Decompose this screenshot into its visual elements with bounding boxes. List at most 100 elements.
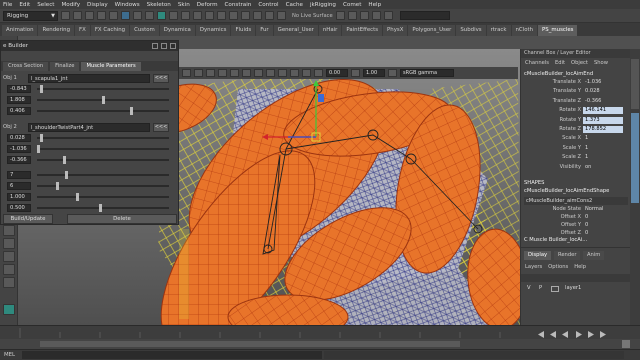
attr-value[interactable]: 1: [583, 135, 623, 142]
attribute-editor-tab[interactable]: [631, 59, 639, 109]
menu-help[interactable]: Help: [368, 2, 381, 8]
menu-layers[interactable]: Layers: [525, 264, 542, 270]
redo-icon[interactable]: [109, 11, 118, 20]
exposure-icon[interactable]: [314, 69, 323, 77]
obj2-z-slider[interactable]: [37, 156, 169, 164]
num-sections-slider[interactable]: [37, 171, 169, 179]
lights-icon[interactable]: [230, 69, 239, 77]
history-icon[interactable]: [335, 11, 345, 20]
obj2-x-field[interactable]: 0.028: [7, 134, 31, 142]
obj1-z-slider[interactable]: [37, 107, 169, 115]
input-attr-value[interactable]: Normal: [583, 206, 623, 213]
shelf-tab-fx[interactable]: FX: [75, 25, 90, 36]
obj2-y-slider[interactable]: [37, 145, 169, 153]
new-scene-icon[interactable]: [61, 11, 70, 20]
delete-button[interactable]: Delete: [67, 214, 177, 224]
input-attr-value[interactable]: 0: [583, 214, 623, 221]
attr-row[interactable]: Rotate Z 178.852: [521, 126, 631, 134]
layer-color-swatch[interactable]: [551, 286, 559, 292]
menu-skeleton[interactable]: Skeleton: [147, 2, 171, 8]
textured-icon[interactable]: [218, 69, 227, 77]
obj2-field[interactable]: l_shoulderTwistPart4_jnt: [28, 123, 150, 132]
snap-view-plane-icon[interactable]: [265, 11, 274, 20]
falloff-slider[interactable]: [37, 204, 169, 212]
play-backward-icon[interactable]: [562, 331, 568, 338]
obj2-z-field[interactable]: -0.366: [7, 156, 31, 164]
layer-row[interactable]: V P layer1: [525, 285, 629, 294]
shelf-tab-subdivs[interactable]: Subdivs: [456, 25, 486, 36]
snap-point-icon[interactable]: [253, 11, 262, 20]
play-forward-icon[interactable]: [576, 331, 582, 338]
menu-control[interactable]: Control: [258, 2, 278, 8]
shelf-tab-ncloth[interactable]: nCloth: [511, 25, 538, 36]
attr-value[interactable]: -1.036: [583, 79, 623, 86]
shelf-tab-dynamics[interactable]: Dynamics: [195, 25, 231, 36]
menu-edit[interactable]: Edit: [19, 2, 30, 8]
obj1-y-field[interactable]: 1.808: [7, 96, 31, 104]
menu-edit-cb[interactable]: Edit: [555, 60, 565, 66]
menu-channels[interactable]: Channels: [525, 60, 549, 66]
view-transform-select[interactable]: sRGB gamma: [400, 69, 454, 77]
shelf-tab-rtrack[interactable]: rtrack: [486, 25, 511, 36]
menu-help-layer[interactable]: Help: [574, 264, 586, 270]
slider-handle[interactable]: [37, 145, 40, 153]
maximize-icon[interactable]: [161, 43, 167, 49]
snap-curve-icon[interactable]: [241, 11, 250, 20]
attr-row[interactable]: Translate X -1.036: [521, 79, 631, 87]
auto-key-icon[interactable]: [622, 340, 630, 348]
time-slider[interactable]: [0, 325, 640, 339]
obj1-z-field[interactable]: 0.406: [7, 107, 31, 115]
tab-render[interactable]: Render: [554, 251, 581, 260]
isolate-select-icon[interactable]: [278, 69, 287, 77]
width-field[interactable]: 1.000: [7, 193, 31, 201]
range-slider[interactable]: [0, 339, 640, 349]
input-attr-row[interactable]: Offset X0: [521, 214, 631, 222]
shelf-tab-custom[interactable]: Custom: [130, 25, 159, 36]
menu-constrain[interactable]: Constrain: [225, 2, 252, 8]
menu-skin[interactable]: Skin: [178, 2, 190, 8]
step-forward-icon[interactable]: [588, 331, 594, 338]
menu-deform[interactable]: Deform: [197, 2, 218, 8]
input-field[interactable]: [399, 11, 450, 20]
render-frame-icon[interactable]: [347, 11, 357, 20]
attr-value[interactable]: 0.028: [583, 88, 623, 95]
make-live-icon[interactable]: [277, 11, 286, 20]
menu-display[interactable]: Display: [87, 2, 108, 8]
build-update-button[interactable]: Build/Update: [3, 214, 53, 224]
go-to-start-icon[interactable]: [538, 331, 544, 338]
slider-handle[interactable]: [39, 134, 43, 142]
num-segments-slider[interactable]: [37, 182, 169, 190]
menu-options[interactable]: Options: [548, 264, 568, 270]
range-bar[interactable]: [40, 341, 460, 347]
ipr-render-icon[interactable]: [359, 11, 369, 20]
save-scene-icon[interactable]: [85, 11, 94, 20]
menu-windows[interactable]: Windows: [115, 2, 140, 8]
tab-finalize[interactable]: Finalize: [50, 62, 80, 71]
attr-value[interactable]: 146.141: [583, 107, 623, 115]
input-attr-value[interactable]: 0: [583, 222, 623, 229]
shape-name[interactable]: cMuscleBuilder_locAimEndShape: [524, 188, 609, 194]
shelf-tab-fx-caching[interactable]: FX Caching: [90, 25, 130, 36]
snap-grid-icon[interactable]: [229, 11, 238, 20]
menu-show[interactable]: Show: [594, 60, 608, 66]
select-joint-icon[interactable]: [157, 11, 166, 20]
shelf-tab-dynamica[interactable]: Dynamica: [159, 25, 195, 36]
obj1-x-slider[interactable]: [37, 85, 169, 93]
shelf-tab-general-user[interactable]: General_User: [273, 25, 318, 36]
menu-comet[interactable]: Comet: [343, 2, 361, 8]
grid-icon[interactable]: [290, 69, 299, 77]
select-object-icon[interactable]: [133, 11, 142, 20]
attr-value[interactable]: 1.373: [583, 116, 623, 124]
layer-playback[interactable]: P: [539, 285, 542, 291]
attr-value[interactable]: 178.852: [583, 126, 623, 133]
step-back-icon[interactable]: [550, 331, 556, 338]
dope-sheet-view-icon[interactable]: [3, 251, 15, 262]
input-attr-row[interactable]: Node State Normal: [521, 206, 631, 214]
hypershade-icon[interactable]: [383, 11, 393, 20]
attr-row[interactable]: Scale X1: [521, 135, 631, 143]
object-name[interactable]: cMuscleBuilder_locAimEnd: [524, 71, 593, 77]
attr-value[interactable]: 1: [583, 154, 623, 161]
menu-file[interactable]: File: [3, 2, 12, 8]
layout-toggle-icon[interactable]: [3, 304, 15, 315]
slider-handle[interactable]: [39, 85, 43, 93]
